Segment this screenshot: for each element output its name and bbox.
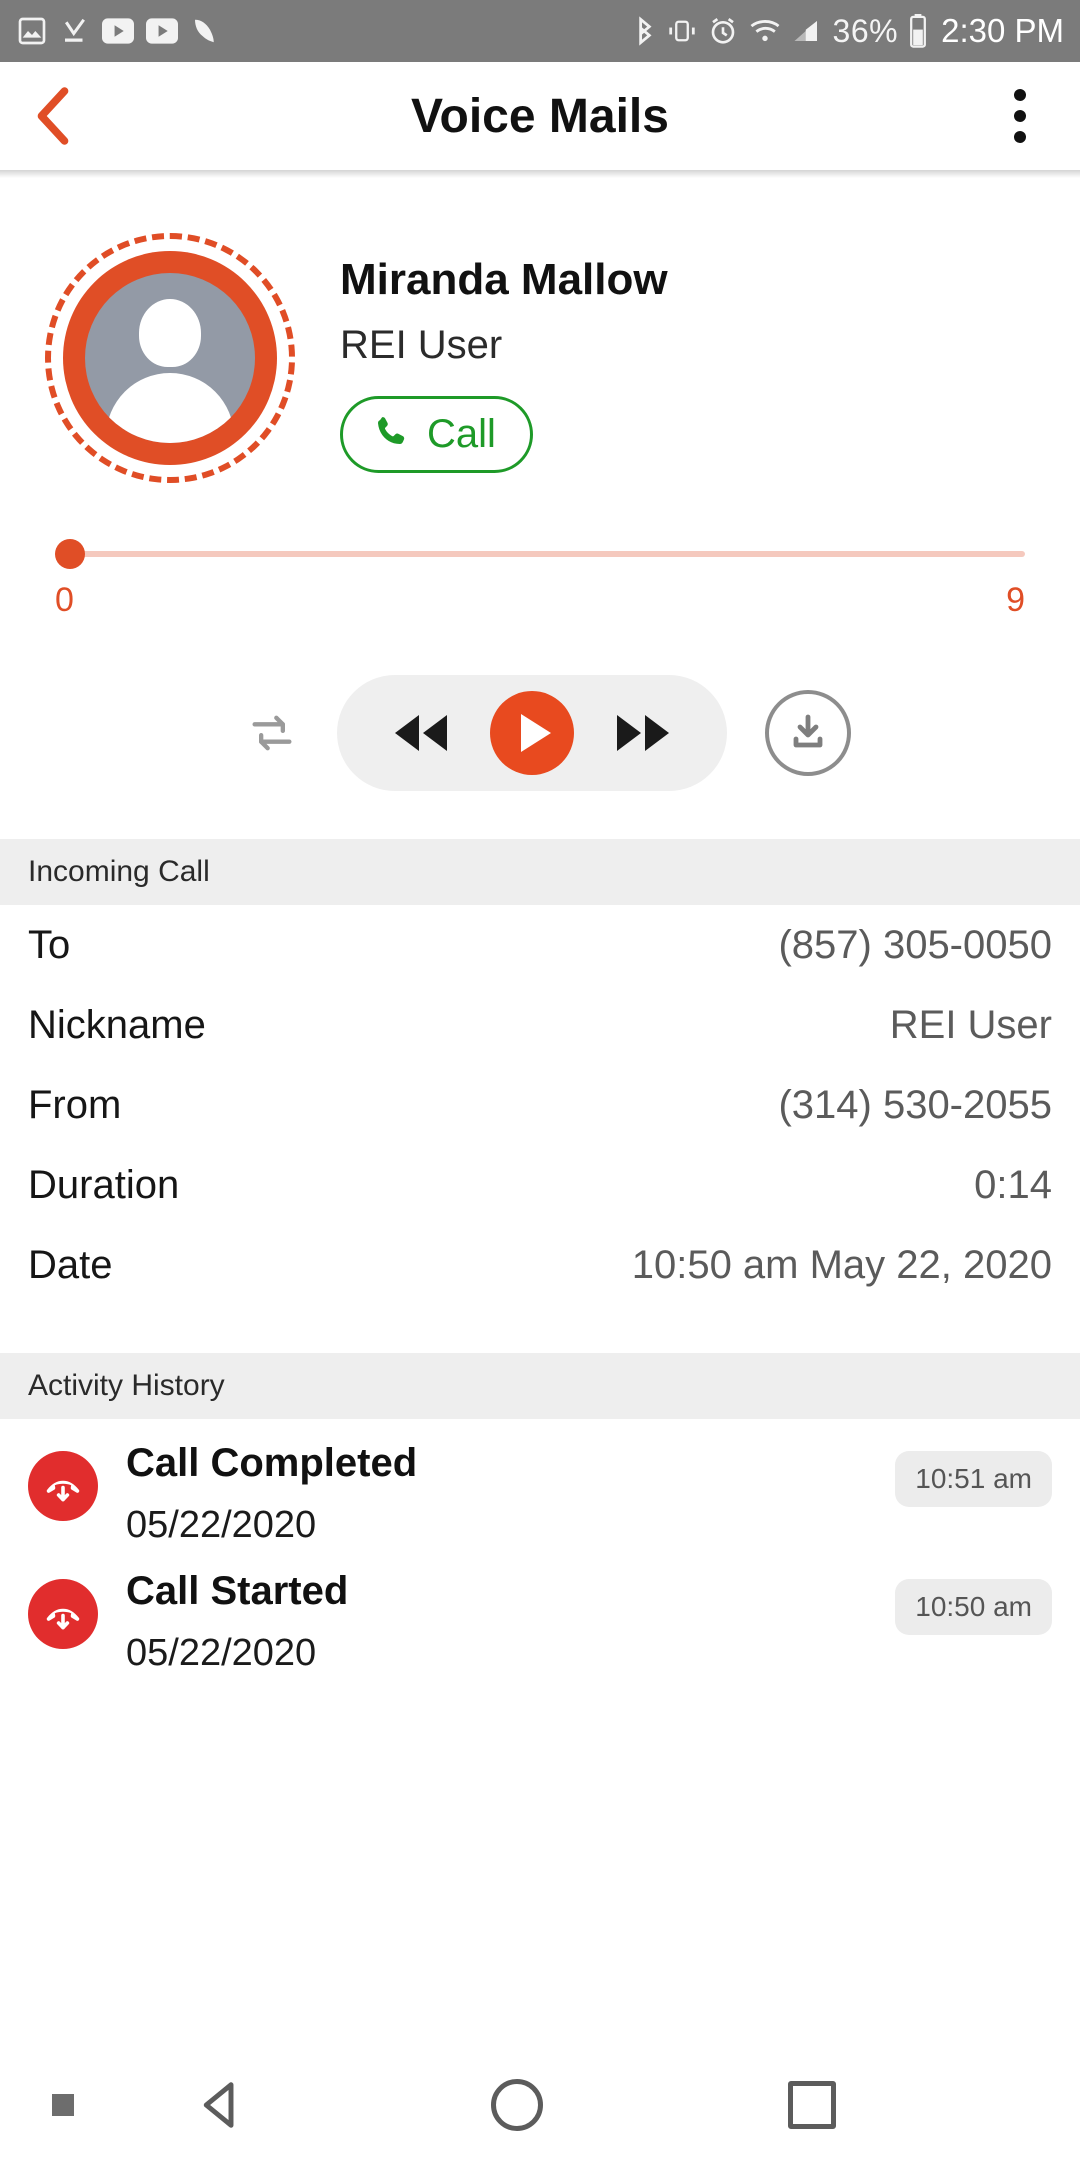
slider-labels: 0 9 (55, 581, 1025, 620)
android-nav-bar (0, 2050, 1080, 2160)
list-item[interactable]: Call Completed 05/22/2020 10:51 am (0, 1419, 1080, 1547)
activity-time-badge: 10:51 am (895, 1451, 1052, 1507)
slider-track[interactable] (55, 551, 1025, 557)
call-button-label: Call (427, 412, 496, 456)
nav-recents-icon[interactable] (762, 2055, 862, 2155)
contact-header: Miranda Mallow REI User Call (0, 178, 1080, 483)
detail-row-duration: Duration 0:14 (0, 1145, 1080, 1225)
vibrate-icon (667, 16, 697, 46)
detail-row-to: To (857) 305-0050 (0, 905, 1080, 985)
detail-value: REI User (889, 1002, 1052, 1047)
battery-icon (909, 14, 927, 48)
playback-duration-label: 9 (1006, 581, 1025, 619)
player-transport (337, 675, 727, 791)
detail-value: (314) 530-2055 (778, 1082, 1052, 1127)
contact-info: Miranda Mallow REI User Call (295, 233, 668, 473)
detail-row-from: From (314) 530-2055 (0, 1065, 1080, 1145)
player-controls (0, 675, 1080, 791)
repeat-icon[interactable] (229, 690, 315, 776)
app-bar-shadow (0, 170, 1080, 178)
rewind-icon[interactable] (381, 698, 461, 768)
detail-label: Duration (28, 1162, 180, 1207)
nav-indicator-dot (52, 2094, 74, 2116)
detail-value: 10:50 am May 22, 2020 (631, 1242, 1052, 1287)
detail-label: From (28, 1082, 122, 1127)
tag-icon (190, 15, 220, 47)
overflow-menu-icon[interactable] (990, 81, 1050, 151)
activity-date: 05/22/2020 (126, 1632, 317, 1674)
contact-name: Miranda Mallow (340, 255, 668, 304)
detail-value: 0:14 (974, 1162, 1052, 1207)
bluetooth-icon (634, 15, 656, 47)
call-incoming-icon (28, 1579, 98, 1649)
nav-back-icon[interactable] (172, 2055, 272, 2155)
nav-home-icon[interactable] (467, 2055, 567, 2155)
image-icon (16, 15, 48, 47)
nav-buttons (74, 2055, 1080, 2155)
detail-label: To (28, 922, 71, 967)
detail-label: Date (28, 1242, 113, 1287)
back-chevron-icon[interactable] (30, 81, 90, 151)
playback-position-label: 0 (55, 581, 74, 619)
detail-label: Nickname (28, 1002, 206, 1047)
list-item[interactable]: Call Started 05/22/2020 10:50 am (0, 1547, 1080, 1675)
activity-body: Call Started 05/22/2020 (98, 1569, 895, 1675)
slider-track-wrap[interactable] (55, 539, 1025, 569)
detail-value: (857) 305-0050 (778, 922, 1052, 967)
status-bar-notifications (16, 15, 220, 47)
contact-subtitle: REI User (340, 323, 503, 367)
clock-time: 2:30 PM (941, 12, 1064, 49)
signal-icon (792, 17, 822, 45)
status-bar: 36% 2:30 PM (0, 0, 1080, 62)
wifi-icon (749, 17, 781, 45)
avatar (45, 233, 295, 483)
app-bar: Voice Mails (0, 62, 1080, 170)
details-section-header: Incoming Call (0, 839, 1080, 905)
page-title: Voice Mails (411, 89, 669, 143)
call-incoming-icon (28, 1451, 98, 1521)
video-play-icon-2 (146, 18, 178, 44)
phone-icon (371, 412, 411, 457)
activity-title: Call Started (126, 1569, 349, 1613)
status-bar-system: 36% 2:30 PM (634, 12, 1064, 50)
activity-section-header: Activity History (0, 1353, 1080, 1419)
slider-thumb[interactable] (55, 539, 85, 569)
video-play-icon (102, 18, 134, 44)
download-icon[interactable] (765, 690, 851, 776)
detail-row-nickname: Nickname REI User (0, 985, 1080, 1065)
person-avatar-icon (85, 273, 255, 443)
activity-body: Call Completed 05/22/2020 (98, 1441, 895, 1547)
alarm-icon (708, 16, 738, 46)
detail-row-date: Date 10:50 am May 22, 2020 (0, 1225, 1080, 1305)
fast-forward-icon[interactable] (603, 698, 683, 768)
activity-time-badge: 10:50 am (895, 1579, 1052, 1635)
playback-slider[interactable]: 0 9 (0, 483, 1080, 620)
activity-title: Call Completed (126, 1441, 418, 1485)
download-done-icon (60, 15, 90, 47)
call-button[interactable]: Call (340, 396, 533, 473)
play-icon[interactable] (490, 691, 574, 775)
activity-date: 05/22/2020 (126, 1504, 317, 1546)
battery-percent: 36% (832, 12, 899, 49)
